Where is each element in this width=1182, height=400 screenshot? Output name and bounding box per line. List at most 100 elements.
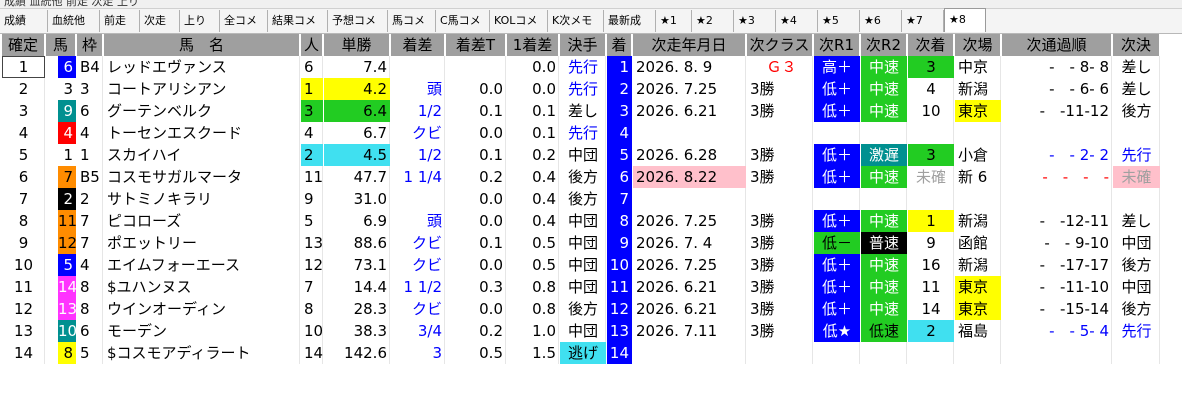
tab-9[interactable]: C馬コメ bbox=[436, 10, 490, 32]
cell-margint: 0.0 bbox=[479, 80, 503, 98]
cell-chaku: 2 bbox=[607, 78, 632, 100]
col-header-tsuka[interactable]: 次通過順 bbox=[1002, 34, 1112, 56]
cell-tsuka bbox=[1002, 342, 1112, 364]
cell-place: 福島 bbox=[958, 322, 989, 340]
table-row[interactable]: 14 8 5 $コスモアディラート 14 142.6 3 0.5 1.5 逃げ 14 bbox=[0, 342, 1182, 364]
cell-name: レッドエヴァンス bbox=[107, 58, 227, 76]
cell-margin: 1 1/4 bbox=[403, 168, 442, 186]
cell-cls bbox=[747, 122, 813, 144]
cell-margin: 1 1/2 bbox=[403, 278, 442, 296]
col-header-chaku[interactable]: 着 bbox=[607, 34, 632, 56]
tab-18[interactable]: ★6 bbox=[860, 10, 902, 32]
col-header-place[interactable]: 次場 bbox=[955, 34, 1001, 56]
tab-1[interactable]: 血統他 bbox=[48, 10, 100, 32]
tab-20[interactable]: ★8 bbox=[944, 8, 986, 32]
cell-cls: 3勝 bbox=[750, 300, 775, 318]
tab-15[interactable]: ★3 bbox=[734, 10, 776, 32]
table-row[interactable]: 10 5 4 エイムフォーエース 12 73.1 クビ 0.0 0.5 中団 10 2026. 7.2… bbox=[0, 254, 1182, 276]
table-row[interactable]: 1 6 B4 レッドエヴァンス 6 7.4 0.0 先行 1 2026. 8. 9 Ｇ３ 高＋ 中速 3 中… bbox=[0, 56, 1182, 78]
col-header-pos[interactable]: 確定 bbox=[2, 34, 45, 56]
table-row[interactable]: 2 3 3 コートアリシアン 1 4.2 頭 0.0 0.0 先行 2 2026. 7.25 3勝 低＋中… bbox=[0, 78, 1182, 100]
col-header-odds[interactable]: 単勝 bbox=[324, 34, 390, 56]
col-header-pop[interactable]: 人 bbox=[301, 34, 323, 56]
cell-r1: 低＋ bbox=[814, 254, 860, 276]
cell-odds: 28.3 bbox=[353, 300, 387, 318]
table-row[interactable]: 5 1 1 スカイハイ 2 4.5 1/2 0.1 0.2 中団 5 2026. 6.28 3勝 低＋ 激遅… bbox=[0, 144, 1182, 166]
col-header-m1[interactable]: 1着差 bbox=[507, 34, 559, 56]
tab-8[interactable]: 馬コメ bbox=[388, 10, 436, 32]
cell-tsuka: - -17-17 bbox=[1039, 256, 1109, 274]
tab-11[interactable]: K次メモ bbox=[548, 10, 604, 32]
col-header-name[interactable]: 馬 名 bbox=[104, 34, 300, 56]
cell-kime: 中団 bbox=[567, 256, 598, 274]
table-row[interactable]: 9 12 7 ポエットリー 13 88.6 クビ 0.1 0.5 中団 9 2026. 7. 4 3勝低… bbox=[0, 232, 1182, 254]
cell-odds: 6.9 bbox=[363, 212, 387, 230]
col-header-nkime[interactable]: 次決 bbox=[1113, 34, 1160, 56]
table-row[interactable]: 7 2 2 サトミノキラリ 9 31.0 0.0 0.4 後方 7 bbox=[0, 188, 1182, 210]
table-row[interactable]: 13 10 6 モーデン 10 38.3 3/4 0.2 1.0 中団 13 2026. 7.11 3勝… bbox=[0, 320, 1182, 342]
cell-chaku: 5 bbox=[607, 144, 632, 166]
tab-0[interactable]: 成績 bbox=[0, 10, 48, 32]
cell-chaku: 8 bbox=[607, 210, 632, 232]
table-row[interactable]: 8 11 7 ピコローズ 5 6.9 頭 0.0 0.4 中団 8 2026. 7.25 3勝 低＋ 中速 1… bbox=[0, 210, 1182, 232]
tab-6[interactable]: 結果コメ bbox=[268, 10, 328, 32]
tab-14[interactable]: ★2 bbox=[692, 10, 734, 32]
col-header-cls[interactable]: 次クラス bbox=[747, 34, 813, 56]
cell-cls: 3勝 bbox=[750, 146, 775, 164]
cell-odds: 73.1 bbox=[353, 256, 387, 274]
tab-5[interactable]: 全コメ bbox=[220, 10, 268, 32]
table-row[interactable]: 6 7 B5 コスモサガルマータ 11 47.7 1 1/4 0.2 0.4 後方 6 2026. 8… bbox=[0, 166, 1182, 188]
tab-4[interactable]: 上り bbox=[180, 10, 220, 32]
cell-kime: 差し bbox=[567, 102, 598, 120]
table-row[interactable]: 4 4 4 トーセンエスクード 4 6.7 クビ 0.0 0.1 先行 4 bbox=[0, 122, 1182, 144]
table-row[interactable]: 11 14 8 $ユハンヌス 7 14.4 1 1/2 0.3 0.8 中団 11 2026. 6.2… bbox=[0, 276, 1182, 298]
tab-17[interactable]: ★5 bbox=[818, 10, 860, 32]
cell-r1: 低＋ bbox=[814, 298, 860, 320]
tab-16[interactable]: ★4 bbox=[776, 10, 818, 32]
cell-cls: 3勝 bbox=[750, 80, 775, 98]
tab-2[interactable]: 前走 bbox=[100, 10, 140, 32]
col-header-kime[interactable]: 決手 bbox=[560, 34, 606, 56]
cell-no: 13 bbox=[58, 298, 76, 320]
cell-nchaku: 未確 bbox=[915, 168, 946, 186]
cell-place: 東京 bbox=[955, 276, 1001, 298]
cell-margin: 1/2 bbox=[417, 146, 442, 164]
col-header-r2[interactable]: 次R2 bbox=[861, 34, 907, 56]
cell-nkime bbox=[1113, 122, 1160, 144]
cell-no: 11 bbox=[58, 210, 76, 232]
cell-date: 2026. 7.25 bbox=[636, 80, 718, 98]
col-header-margin[interactable]: 着差 bbox=[391, 34, 445, 56]
table-row[interactable]: 12 13 8 ウインオーディン 8 28.3 クビ 0.0 0.8 後方 12 2026. 6.21… bbox=[0, 298, 1182, 320]
cell-margint: 0.0 bbox=[479, 256, 503, 274]
col-header-date[interactable]: 次走年月日 bbox=[633, 34, 746, 56]
cell-waku: B4 bbox=[80, 58, 100, 76]
col-header-no[interactable]: 馬 bbox=[46, 34, 76, 56]
table-row[interactable]: 3 9 6 グーテンベルク 3 6.4 1/2 0.1 0.1 差し 3 2026. 6.21 3勝 低＋… bbox=[0, 100, 1182, 122]
cell-chaku: 3 bbox=[607, 100, 632, 122]
col-header-waku[interactable]: 枠 bbox=[77, 34, 103, 56]
cell-pos: 8 bbox=[18, 212, 29, 230]
cell-odds: 6.7 bbox=[363, 124, 387, 142]
cell-pos: 2 bbox=[18, 80, 29, 98]
cell-chaku: 13 bbox=[607, 320, 632, 342]
cell-m1: 0.5 bbox=[532, 234, 556, 252]
cell-kime: 後方 bbox=[567, 190, 598, 208]
cell-pop: 11 bbox=[304, 168, 323, 186]
tab-13[interactable]: ★1 bbox=[656, 10, 692, 32]
tab-3[interactable]: 次走 bbox=[140, 10, 180, 32]
tab-10[interactable]: KOLコメ bbox=[490, 10, 548, 32]
cell-no: 6 bbox=[58, 56, 76, 78]
cell-r2: 普速 bbox=[861, 232, 907, 254]
tab-19[interactable]: ★7 bbox=[902, 10, 944, 32]
col-header-nchaku[interactable]: 次着 bbox=[908, 34, 954, 56]
col-header-r1[interactable]: 次R1 bbox=[814, 34, 860, 56]
col-header-margint[interactable]: 着差T bbox=[446, 34, 506, 56]
window-title: 成績 血統他 前走 次走 上り bbox=[4, 0, 139, 8]
tab-12[interactable]: 最新成 bbox=[604, 10, 656, 32]
cell-odds: 4.5 bbox=[324, 144, 390, 166]
tab-7[interactable]: 予想コメ bbox=[328, 10, 388, 32]
cell-nkime: 未確 bbox=[1113, 166, 1160, 188]
cell-pop: 5 bbox=[304, 212, 314, 230]
cell-place: 東京 bbox=[955, 100, 1001, 122]
cell-date: 2026. 6.21 bbox=[636, 102, 718, 120]
